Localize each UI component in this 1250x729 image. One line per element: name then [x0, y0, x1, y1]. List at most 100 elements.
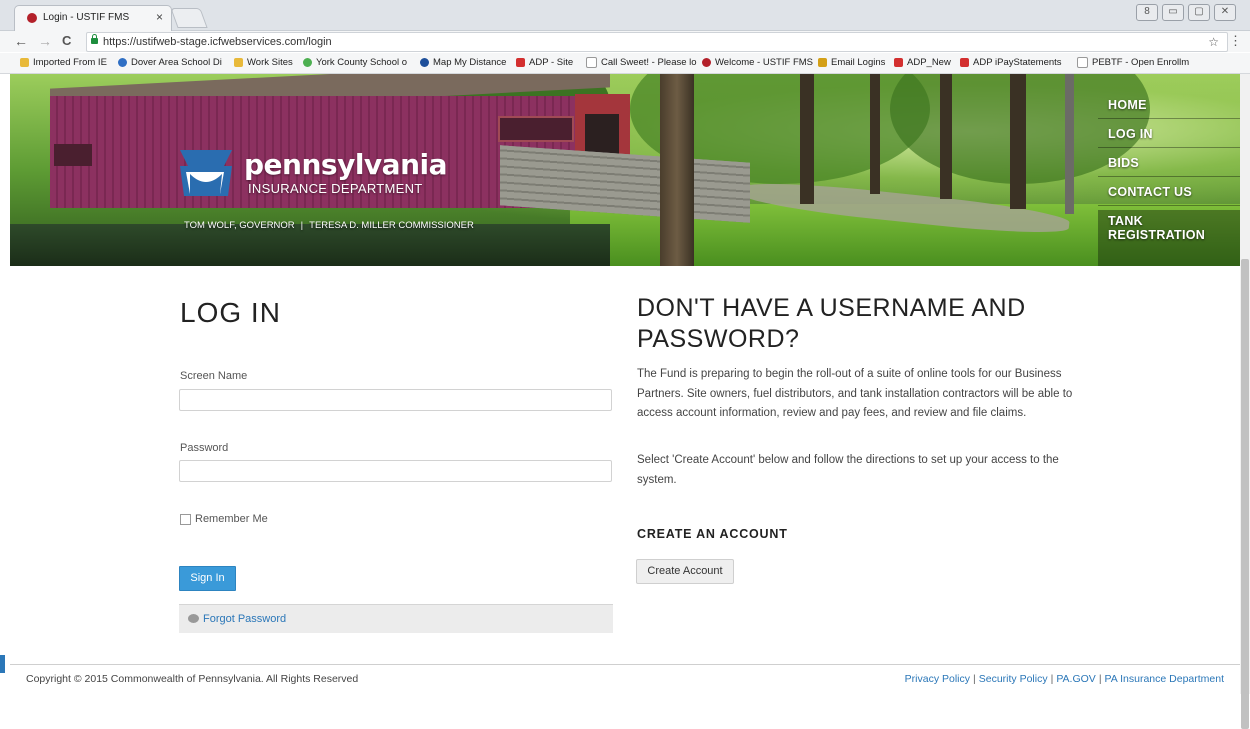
bridge-window — [498, 116, 574, 142]
top-navigation: HOME LOG IN BIDS CONTACT US TANK REGISTR… — [1098, 74, 1240, 266]
page-title: LOG IN — [180, 297, 281, 328]
reload-icon[interactable]: C — [62, 33, 71, 48]
create-account-heading: CREATE AN ACCOUNT — [637, 527, 788, 541]
security-policy-link[interactable]: Security Policy — [979, 673, 1048, 685]
bookmark-item[interactable]: ADP - Site — [516, 57, 573, 68]
nav-divider — [1098, 147, 1240, 148]
screen-name-input[interactable] — [179, 389, 612, 411]
folder-icon — [234, 58, 243, 67]
commissioner-text: TERESA D. MILLER COMMISSIONER — [309, 220, 474, 231]
nav-contact-us[interactable]: CONTACT US — [1108, 185, 1192, 199]
nav-bids[interactable]: BIDS — [1108, 156, 1139, 170]
maximize-button[interactable]: ▢ — [1188, 4, 1210, 21]
nav-home[interactable]: HOME — [1108, 98, 1147, 112]
signup-heading: DON'T HAVE A USERNAME AND PASSWORD? — [637, 294, 1026, 353]
url-text: https://ustifweb-stage.icfwebservices.co… — [103, 36, 332, 48]
forward-arrow-icon[interactable]: → — [38, 33, 52, 49]
bookmarks-bar: Imported From IE Dover Area School Di Wo… — [0, 53, 1250, 74]
pa-favicon-icon — [27, 13, 37, 23]
remember-me[interactable]: Remember Me — [180, 513, 268, 525]
tree-trunk — [940, 74, 952, 199]
forgot-password-panel: Forgot Password — [179, 604, 613, 633]
pa-favicon-icon — [702, 58, 711, 67]
create-account-button[interactable]: Create Account — [636, 559, 734, 584]
tree-trunk — [870, 74, 880, 194]
credits-separator: | — [300, 220, 304, 231]
nav-tank-line2: REGISTRATION — [1108, 228, 1206, 242]
bookmark-item[interactable]: Call Sweet! - Please lo — [586, 57, 697, 68]
governor-text: TOM WOLF, GOVERNOR — [184, 220, 295, 231]
bridge-window — [54, 144, 92, 166]
sign-in-button[interactable]: Sign In — [179, 566, 236, 591]
window-controls: 8 ▭ ▢ ✕ — [1136, 4, 1236, 21]
bookmark-item[interactable]: Work Sites — [234, 57, 293, 68]
nav-tank-registration[interactable]: TANK REGISTRATION — [1108, 214, 1205, 242]
bookmark-item[interactable]: York County School o — [303, 57, 407, 68]
footer-separator: | — [1098, 673, 1102, 685]
footer-links: Privacy Policy | Security Policy | PA.GOV | PA… — [905, 673, 1224, 685]
address-bar-row: ← → C https://ustifweb-stage.icfwebservi… — [0, 31, 1250, 52]
globe-icon — [420, 58, 429, 67]
adp-icon — [960, 58, 969, 67]
nav-divider — [1098, 176, 1240, 177]
nav-login[interactable]: LOG IN — [1108, 127, 1153, 141]
officials-credits: TOM WOLF, GOVERNOR | TERESA D. MILLER COMM… — [184, 220, 474, 231]
ie-icon — [118, 58, 127, 67]
tab-close-icon[interactable]: × — [156, 10, 163, 24]
nav-tank-line1: TANK — [1108, 214, 1143, 228]
key-icon — [818, 58, 827, 67]
bookmark-item[interactable]: ADP_New — [894, 57, 951, 68]
close-window-button[interactable]: ✕ — [1214, 4, 1236, 21]
remember-me-checkbox[interactable] — [180, 513, 191, 525]
password-input[interactable] — [179, 460, 612, 482]
logo-subtitle: INSURANCE DEPARTMENT — [248, 181, 423, 196]
bookmark-item[interactable]: Map My Distance — [420, 57, 506, 68]
adp-icon — [516, 58, 525, 67]
new-tab-button[interactable] — [170, 8, 208, 28]
privacy-policy-link[interactable]: Privacy Policy — [905, 673, 970, 685]
signup-description: The Fund is preparing to begin the roll-… — [637, 368, 1073, 419]
adp-icon — [894, 58, 903, 67]
tree-trunk — [1010, 74, 1026, 209]
tab-title: Login - USTIF FMS — [43, 12, 130, 23]
page-icon — [1077, 57, 1088, 68]
left-edge-marker — [0, 655, 5, 673]
copyright-text: Copyright © 2015 Commonwealth of Pennsyl… — [26, 673, 359, 685]
footer-separator: | — [973, 673, 976, 685]
browser-menu-icon[interactable]: ⋮ — [1229, 33, 1242, 49]
tree-trunk — [1065, 74, 1074, 214]
keystone-logo-icon — [180, 150, 232, 196]
back-arrow-icon[interactable]: ← — [14, 33, 28, 49]
page-icon — [586, 57, 597, 68]
bookmark-item[interactable]: ADP iPayStatements — [960, 57, 1062, 68]
browser-tab[interactable]: Login - USTIF FMS × — [14, 5, 172, 31]
bookmark-star-icon[interactable]: ☆ — [1208, 33, 1219, 51]
footer-separator: | — [1050, 673, 1054, 685]
bookmark-item[interactable]: Imported From IE — [20, 57, 107, 68]
footer-divider — [10, 664, 1240, 665]
tree-trunk — [660, 74, 694, 266]
scrollbar-thumb[interactable] — [1241, 259, 1249, 729]
pa-gov-link[interactable]: PA.GOV — [1056, 673, 1095, 685]
minimize-button[interactable]: ▭ — [1162, 4, 1184, 21]
folder-icon — [20, 58, 29, 67]
forgot-password-link[interactable]: Forgot Password — [203, 613, 286, 625]
signup-instructions: Select 'Create Account' below and follow… — [637, 454, 1059, 486]
bookmark-item[interactable]: Email Logins — [818, 57, 885, 68]
screen-name-label: Screen Name — [180, 370, 248, 382]
header-banner: pennsylvania INSURANCE DEPARTMENT TOM WO… — [10, 74, 1240, 266]
scrollbar[interactable] — [1240, 74, 1250, 729]
bookmark-item[interactable]: Welcome - USTIF FMS — [702, 57, 813, 68]
user-icon[interactable]: 8 — [1136, 4, 1158, 21]
url-input[interactable]: https://ustifweb-stage.icfwebservices.co… — [86, 32, 1228, 52]
chat-bubble-icon — [188, 614, 199, 623]
tree-trunk — [800, 74, 814, 204]
browser-tab-bar: Login - USTIF FMS × 8 ▭ ▢ ✕ — [0, 0, 1250, 31]
bookmark-item[interactable]: PEBTF - Open Enrollm — [1077, 57, 1189, 68]
password-label: Password — [180, 442, 229, 454]
remember-me-label: Remember Me — [195, 513, 268, 525]
pa-insurance-link[interactable]: PA Insurance Department — [1105, 673, 1224, 685]
lock-icon — [91, 34, 98, 44]
nav-divider — [1098, 118, 1240, 119]
bookmark-item[interactable]: Dover Area School Di — [118, 57, 222, 68]
